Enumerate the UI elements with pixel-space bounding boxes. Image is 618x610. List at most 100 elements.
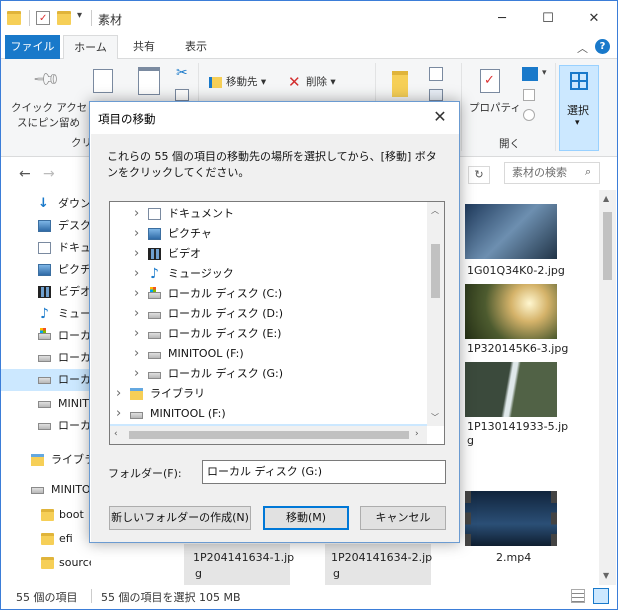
pin-label[interactable]: クイック アクセ (11, 102, 87, 115)
nav-item[interactable]: ドキュメ (1, 237, 91, 259)
nav-item[interactable]: デスクト (1, 215, 91, 237)
qat-customize-icon[interactable]: ▾ (77, 10, 82, 21)
ribbon-collapse-icon[interactable]: ︿ (577, 40, 588, 56)
nav-item[interactable]: MINITO (1, 393, 91, 415)
nav-item[interactable]: ローカル (1, 347, 91, 369)
thumbnail-image[interactable] (465, 284, 557, 339)
back-arrow-icon[interactable]: ← (19, 166, 31, 182)
details-view-icon[interactable] (571, 589, 585, 603)
copy-icon[interactable] (93, 69, 113, 93)
folder-field[interactable]: ローカル ディスク (G:) (202, 460, 446, 484)
properties-icon[interactable]: ✓ (36, 11, 50, 25)
minimize-button[interactable]: ─ (479, 1, 525, 35)
scroll-up-icon[interactable]: ▲ (603, 194, 609, 203)
history-icon[interactable] (523, 109, 535, 121)
chevron-right-icon[interactable]: › (134, 224, 139, 244)
cut-icon[interactable]: ✂ (176, 65, 188, 81)
nav-item[interactable]: ♪ ミュージ (1, 303, 91, 325)
tree-item[interactable]: › ローカル ディスク (E:) (110, 324, 427, 344)
copy-path-icon[interactable] (175, 89, 189, 101)
tree-item[interactable]: › ローカル ディスク (G:) (110, 364, 427, 384)
close-button[interactable]: ✕ (571, 1, 617, 35)
scroll-left-icon[interactable]: ‹ (114, 429, 118, 439)
chevron-right-icon[interactable]: › (134, 204, 139, 224)
tree-item[interactable]: › ローカル ディスク (C:) (110, 284, 427, 304)
tree-item[interactable]: › ライブラリ (110, 384, 427, 404)
properties-icon[interactable]: ✓ (480, 69, 500, 93)
chevron-right-icon[interactable]: › (134, 264, 139, 284)
chevron-right-icon[interactable]: › (134, 244, 139, 264)
move-to-button[interactable]: 移動先 ▾ (226, 76, 266, 89)
select-button[interactable]: 選択 ▾ (559, 65, 599, 151)
nav-item[interactable]: MINITO (1, 479, 91, 501)
nav-item[interactable]: ビデオ (1, 281, 91, 303)
tab-view[interactable]: 表示 (171, 35, 221, 59)
folder-tree[interactable]: › ドキュメント › ピクチャ › ビデオ › ♪ ミュージック › ローカル ディスク (C:) ›… (109, 201, 445, 445)
delete-icon[interactable]: ✕ (288, 73, 301, 91)
delete-button[interactable]: 削除 ▾ (306, 76, 336, 89)
new-folder-icon[interactable] (392, 71, 408, 97)
file-name[interactable]: 2.mp4 (496, 551, 531, 564)
nav-item[interactable]: efi (1, 528, 91, 550)
edit-icon[interactable] (523, 89, 535, 101)
nav-item[interactable]: ローカル (1, 325, 91, 347)
chevron-right-icon[interactable]: › (116, 384, 121, 404)
tab-home[interactable]: ホーム (63, 35, 118, 60)
tree-item[interactable]: › MINITOOL (F:) (110, 404, 427, 424)
chevron-right-icon[interactable]: › (134, 284, 139, 304)
scroll-up-icon[interactable]: ︿ (431, 205, 439, 216)
tree-item[interactable]: › ローカル ディスク (D:) (110, 304, 427, 324)
cancel-button[interactable]: キャンセル (360, 506, 446, 530)
nav-item[interactable]: boot (1, 504, 91, 526)
file-name[interactable]: 1P130141933-5.jp (467, 420, 568, 433)
chevron-right-icon[interactable]: › (134, 344, 139, 364)
paste-icon[interactable] (138, 67, 160, 95)
scroll-down-icon[interactable]: ▼ (603, 571, 609, 580)
nav-item[interactable]: ライブラ (1, 449, 91, 471)
chevron-right-icon[interactable]: › (134, 364, 139, 384)
pin-icon[interactable]: 📌︎ (31, 64, 62, 95)
content-scrollbar[interactable]: ▲ ▼ (599, 190, 616, 585)
move-button[interactable]: 移動(M) (263, 506, 349, 530)
nav-item[interactable]: ローカル (1, 415, 91, 437)
nav-item[interactable]: ピクチャ (1, 259, 91, 281)
chevron-right-icon[interactable]: › (134, 304, 139, 324)
video-thumbnail[interactable] (465, 491, 557, 546)
thumbnail-image[interactable] (465, 362, 557, 417)
scroll-thumb[interactable] (431, 244, 440, 298)
open-icon[interactable] (522, 67, 538, 81)
tree-item[interactable]: › ビデオ (110, 244, 427, 264)
file-name[interactable]: 1G01Q34K0-2.jpg (467, 264, 565, 277)
file-name[interactable]: 1P204141634-1.jp (193, 551, 294, 564)
nav-item[interactable]: ローカル (1, 369, 91, 391)
properties-button[interactable]: プロパティ (469, 102, 521, 115)
easy-access-icon[interactable] (429, 89, 443, 101)
file-name-continued[interactable]: g (333, 567, 340, 580)
file-name-continued[interactable]: g (195, 567, 202, 580)
tree-horizontal-scrollbar[interactable]: ‹ › (110, 426, 427, 444)
file-name-continued[interactable]: g (467, 434, 474, 447)
forward-arrow-icon[interactable]: → (43, 166, 55, 182)
pin-label-2[interactable]: スにピン留め (17, 117, 80, 130)
tree-item[interactable]: › ピクチャ (110, 224, 427, 244)
new-folder-icon[interactable] (57, 11, 71, 25)
refresh-icon[interactable]: ↻ (468, 166, 490, 184)
help-icon[interactable]: ? (595, 39, 610, 54)
search-icon[interactable]: ⌕ (585, 165, 591, 179)
nav-item[interactable]: sources (1, 552, 91, 574)
tree-item[interactable]: › ♪ ミュージック (110, 264, 427, 284)
file-name[interactable]: 1P204141634-2.jp (331, 551, 432, 564)
tab-file[interactable]: ファイル (5, 35, 60, 59)
scroll-thumb[interactable] (603, 212, 612, 280)
nav-item[interactable]: ↓ ダウンロ (1, 193, 91, 215)
tree-item[interactable]: › MINITOOL (F:) (110, 344, 427, 364)
tab-share[interactable]: 共有 (119, 35, 169, 59)
scroll-down-icon[interactable]: ﹀ (431, 412, 439, 423)
move-to-icon[interactable] (209, 77, 222, 88)
dialog-close-button[interactable]: ✕ (429, 106, 451, 128)
thumbnail-image[interactable] (465, 204, 557, 259)
new-folder-button[interactable]: 新しいフォルダーの作成(N) (109, 506, 251, 530)
scroll-thumb[interactable] (129, 431, 409, 439)
maximize-button[interactable]: ☐ (525, 1, 571, 35)
scroll-right-icon[interactable]: › (415, 429, 419, 439)
